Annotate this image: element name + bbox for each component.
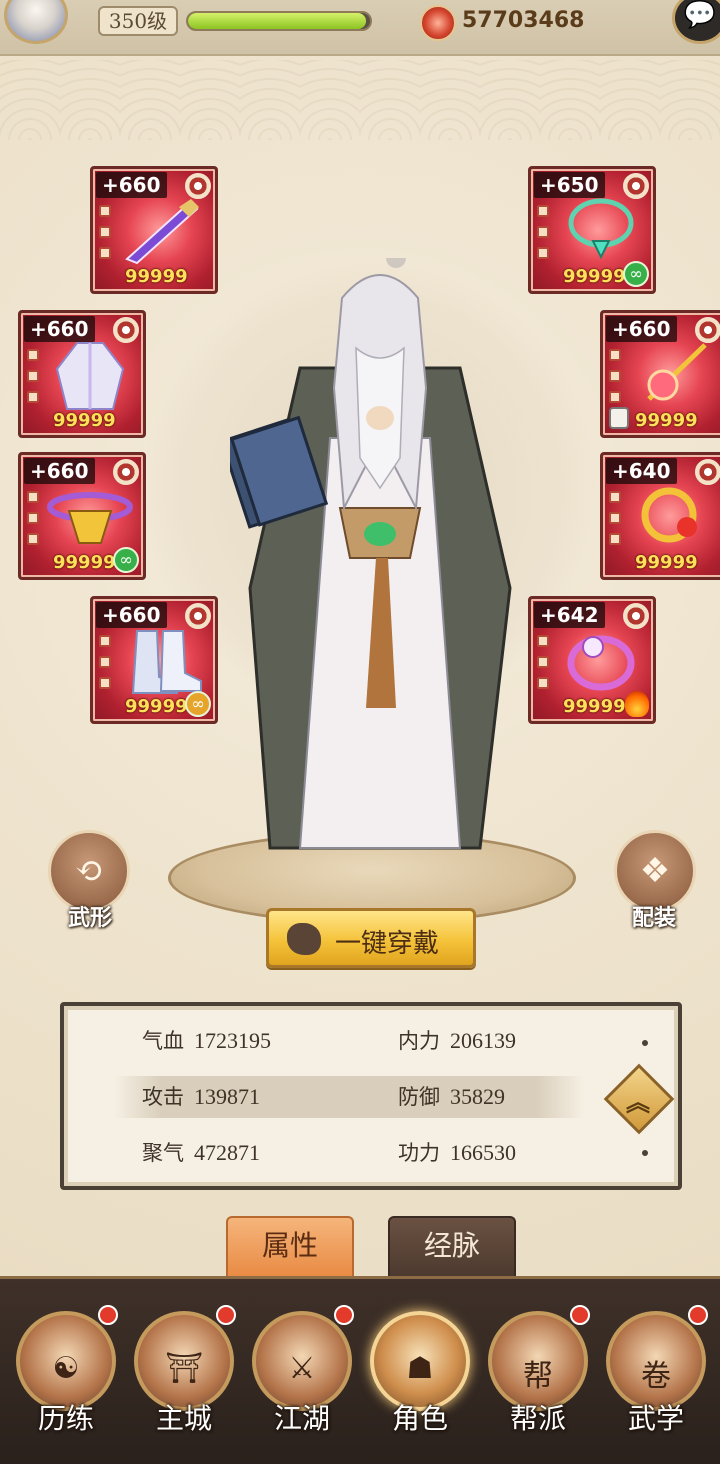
stat-row: 气血 1723195 内力 206139 <box>114 1020 584 1062</box>
link-icon: ∞ <box>185 691 211 717</box>
equip-count: 99999 <box>53 552 116 573</box>
pendant-icon <box>641 487 697 543</box>
nav-label: 武学 <box>627 1402 684 1435</box>
necklace-icon <box>568 198 634 260</box>
jianghu-icon: ⚔ <box>252 1311 352 1411</box>
main-city-icon: ⛩ <box>134 1311 234 1411</box>
fire-icon <box>625 691 649 717</box>
bottom-nav: ☯ 历练 ⛩ 主城 ⚔ 江湖 ☗ 角色 帮 帮派 卷 武学 <box>0 1276 720 1464</box>
equip-slot-boots[interactable]: +660 99999 ∞ <box>90 596 218 724</box>
link-icon: ∞ <box>623 261 649 287</box>
martial-arts-scroll-icon: 卷 <box>606 1311 706 1411</box>
chat-bubble-icon[interactable]: 💬 <box>672 0 720 44</box>
nav-item-main-city[interactable]: ⛩ 主城 <box>124 1301 244 1461</box>
belt-icon <box>47 492 133 544</box>
stat-row: 攻击 139871 防御 35829 <box>114 1076 584 1118</box>
equip-slot-necklace[interactable]: +650 99999 ∞ <box>528 166 656 294</box>
equip-count: 99999 <box>635 410 698 431</box>
tab-meridians[interactable]: 经脉 <box>388 1216 516 1276</box>
red-gem-icon <box>420 5 456 41</box>
currency-amount: 57703468 <box>462 8 585 33</box>
equip-slot-robe[interactable]: +660 99999 <box>18 310 146 438</box>
loadout-icon: ❖ <box>639 851 671 891</box>
one-click-equip-label: 一键穿戴 <box>335 929 440 959</box>
equip-count: 99999 <box>53 410 116 431</box>
equip-count: 99999 <box>563 266 626 287</box>
equip-count: 99999 <box>563 696 626 717</box>
boots-icon <box>131 630 202 694</box>
notification-dot <box>570 1305 590 1325</box>
nav-item-guild[interactable]: 帮 帮派 <box>478 1301 598 1461</box>
stat-skill-power: 功力 166530 <box>398 1140 516 1165</box>
character-icon: ☗ <box>370 1311 470 1411</box>
martial-form-label: 武形 <box>67 905 112 931</box>
equip-count: 99999 <box>125 696 188 717</box>
equip-slot-weapon[interactable]: +660 99999 <box>90 166 218 294</box>
guild-icon: 帮 <box>488 1311 588 1411</box>
scroll-dot <box>642 1150 648 1156</box>
nav-item-martial-arts[interactable]: 卷 武学 <box>596 1301 716 1461</box>
nav-label: 帮派 <box>509 1402 566 1435</box>
stat-attack: 攻击 139871 <box>142 1084 260 1109</box>
nav-label: 角色 <box>391 1402 448 1435</box>
equip-slot-belt[interactable]: +660 99999 ∞ <box>18 452 146 580</box>
nav-label: 主城 <box>155 1402 212 1435</box>
hairpin-icon <box>647 343 707 401</box>
armor-icon <box>287 923 321 955</box>
equip-slot-ring[interactable]: +642 99999 <box>528 596 656 724</box>
expand-stats-button[interactable]: ︽ <box>603 1063 675 1135</box>
stat-hp: 气血 1723195 <box>142 1028 271 1053</box>
nav-item-character[interactable]: ☗ 角色 <box>360 1301 480 1461</box>
player-level: 350级 <box>98 6 178 36</box>
sword-icon <box>125 199 199 265</box>
equip-slot-pendant[interactable]: +640 99999 <box>600 452 720 580</box>
attributes-panel: 气血 1723195 内力 206139 攻击 139871 防御 35829 聚气 47… <box>60 1002 682 1190</box>
martial-form-icon: ⟲ <box>74 851 104 891</box>
robe-icon <box>55 342 125 410</box>
stat-defense: 防御 35829 <box>398 1084 505 1109</box>
stat-inner-power: 内力 206139 <box>398 1028 516 1053</box>
stat-row: 聚气 472871 功力 166530 <box>114 1132 584 1174</box>
notification-dot <box>688 1305 708 1325</box>
notification-dot <box>98 1305 118 1325</box>
character-elder-sage <box>230 258 512 850</box>
background-wave-pattern <box>0 60 720 140</box>
stat-gather-qi: 聚气 472871 <box>142 1140 260 1165</box>
chevron-up-icon: ︽ <box>625 1087 650 1117</box>
experience-bar-fill <box>188 13 367 29</box>
equip-count: 99999 <box>635 552 698 573</box>
nav-label: 历练 <box>37 1402 94 1435</box>
player-avatar[interactable] <box>4 0 68 44</box>
nav-item-jianghu[interactable]: ⚔ 江湖 <box>242 1301 362 1461</box>
link-icon: ∞ <box>113 547 139 573</box>
loadout-label: 配装 <box>631 905 676 931</box>
equip-count: 99999 <box>125 266 188 287</box>
lock-icon <box>609 407 629 429</box>
notification-dot <box>216 1305 236 1325</box>
notification-dot <box>334 1305 354 1325</box>
one-click-equip-button[interactable]: 一键穿戴 <box>266 908 476 968</box>
nav-item-training[interactable]: ☯ 历练 <box>6 1301 126 1461</box>
scroll-dot <box>642 1040 648 1046</box>
nav-label: 江湖 <box>273 1402 330 1435</box>
top-bar: 350级 57703468 💬 <box>0 0 720 56</box>
experience-bar <box>186 11 372 31</box>
tab-attributes[interactable]: 属性 <box>226 1216 354 1276</box>
ring-icon <box>567 635 635 691</box>
training-icon: ☯ <box>16 1311 116 1411</box>
equip-slot-hairpin[interactable]: +660 99999 <box>600 310 720 438</box>
